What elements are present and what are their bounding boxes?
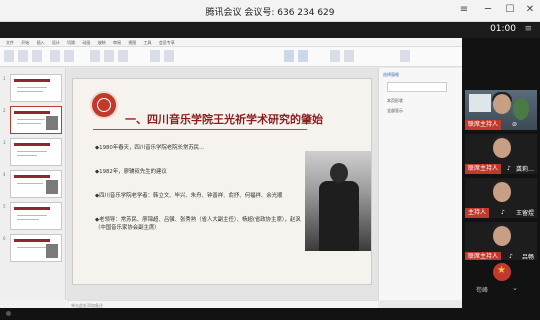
mic-icon: ♪: [509, 253, 513, 260]
pane-header: 选择窗格: [383, 72, 399, 77]
slide-thumbnail[interactable]: [10, 138, 62, 166]
slide-number: 2: [3, 108, 6, 113]
bullet-1: ◆1980年春天，四川音乐学院老院长常苏民…: [95, 145, 205, 151]
bullet-4: ◆老领导：常苏民、廖锦超、吕骥、张秀熟（省人大副主任）、杨超(省政协主席），赵沨…: [95, 217, 301, 231]
bottom-participant-name: 苟峰: [476, 287, 489, 294]
pane-row[interactable]: 本页形状: [387, 98, 403, 104]
mic-icon: ♪: [507, 165, 511, 172]
slide-title: 一、四川音乐学院王光祈学术研究的肇始: [125, 113, 323, 126]
participant-video[interactable]: 联席主持人 ⊘: [465, 90, 537, 130]
menu-item[interactable]: 开始: [21, 38, 29, 47]
more-icon[interactable]: ≡: [524, 24, 532, 34]
shared-screen: 文件 开始 插入 设计 切换 动画 放映 审阅 视图 工具 会员专享 1 2 3…: [0, 38, 462, 310]
meeting-footer: [0, 308, 462, 320]
title-underline: [93, 129, 307, 130]
slide-number: 5: [3, 204, 6, 209]
selection-pane: 选择窗格 本页形状 全部显示: [378, 68, 462, 300]
list-icon[interactable]: [164, 50, 174, 62]
ppt-menu-bar: 文件 开始 插入 设计 切换 动画 放映 审阅 视图 工具 会员专享: [0, 38, 462, 47]
paste-icon[interactable]: [4, 50, 14, 62]
new-slide-icon[interactable]: [50, 50, 60, 62]
avatar: ★: [493, 263, 511, 281]
pane-search-box[interactable]: [387, 82, 447, 92]
role-tag: 联席主持人: [465, 120, 502, 130]
current-slide[interactable]: 一、四川音乐学院王光祈学术研究的肇始 ◆1980年春天，四川音乐学院老院长常苏民…: [72, 78, 372, 285]
menu-item[interactable]: 放映: [98, 38, 106, 47]
menu-item[interactable]: 文件: [6, 38, 14, 47]
slide-thumbnail-panel: 1 2 3 4 5 6: [0, 68, 66, 300]
cut-icon[interactable]: [18, 50, 28, 62]
align-icon[interactable]: [150, 50, 160, 62]
select-icon[interactable]: [400, 50, 410, 62]
role-tag: 主持人: [465, 208, 490, 218]
slide-thumbnail[interactable]: [10, 202, 62, 230]
menu-item[interactable]: 视图: [128, 38, 136, 47]
window-titlebar: 腾讯会议 会议号: 636 234 629 ≡ ─ ☐ ✕: [0, 0, 540, 22]
arrange-icon[interactable]: [330, 50, 340, 62]
close-icon[interactable]: ✕: [524, 4, 536, 16]
italic-icon[interactable]: [118, 50, 128, 62]
layout-icon[interactable]: [64, 50, 74, 62]
format-painter-icon[interactable]: [32, 50, 42, 62]
slide-number: 4: [3, 172, 6, 177]
meeting-timer: 01:00: [490, 24, 516, 34]
meeting-toolbar: 01:00 ≡: [0, 22, 540, 38]
participant-video[interactable]: 联席主持人 ♪ 吕畅: [465, 222, 537, 262]
menu-item[interactable]: 审阅: [113, 38, 121, 47]
picture-icon[interactable]: [298, 50, 308, 62]
shape-icon[interactable]: [284, 50, 294, 62]
participant-avatar-tile[interactable]: ★: [465, 260, 537, 282]
slide-number: 6: [3, 236, 6, 241]
find-icon[interactable]: [344, 50, 354, 62]
slide-number: 3: [3, 140, 6, 145]
slide-thumbnail[interactable]: [10, 74, 62, 102]
maximize-icon[interactable]: ☐: [504, 4, 516, 16]
mic-icon: ♪: [501, 209, 505, 216]
participant-video[interactable]: 主持人 ♪ 王留煜: [465, 178, 537, 218]
menu-item[interactable]: 切换: [67, 38, 75, 47]
minimize-icon[interactable]: ─: [482, 4, 494, 16]
menu-item[interactable]: 插入: [37, 38, 45, 47]
bullet-2: ◆1982年，廖辅叔先生的建议: [95, 169, 167, 175]
role-tag: 联席主持人: [465, 164, 502, 174]
font-icon[interactable]: [90, 50, 100, 62]
slide-thumbnail[interactable]: [10, 170, 62, 198]
bullet-3: ◆四川音乐学院老学者：韩立文、毕兴、朱舟、钟善祥、俞抒、何福祥、余光顺: [95, 193, 283, 199]
menu-item[interactable]: 工具: [144, 38, 152, 47]
menu-icon[interactable]: ≡: [458, 4, 470, 16]
menu-item[interactable]: 设计: [52, 38, 60, 47]
participant-name: 王留煜: [515, 210, 534, 217]
slide-thumbnail[interactable]: [10, 234, 62, 262]
menu-item[interactable]: 动画: [82, 38, 90, 47]
slide-number: 1: [3, 76, 6, 81]
bold-icon[interactable]: [104, 50, 114, 62]
participant-name: 龚莉…: [515, 166, 534, 173]
slide-thumbnail-active[interactable]: [10, 106, 62, 134]
slide-canvas: 一、四川音乐学院王光祈学术研究的肇始 ◆1980年春天，四川音乐学院老院长常苏民…: [67, 68, 378, 300]
portrait-photo: [305, 151, 371, 251]
mic-muted-icon: ⊘: [512, 121, 518, 128]
pane-row[interactable]: 全部显示: [387, 108, 403, 114]
menu-item[interactable]: 会员专享: [159, 38, 175, 47]
school-logo: [90, 91, 118, 119]
participant-video[interactable]: 联席主持人 ♪ 龚莉…: [465, 134, 537, 174]
participant-panel: 联席主持人 ⊘ 联席主持人 ♪ 龚莉… 主持人 ♪ 王留煜 联席主持人 ♪ 吕畅…: [462, 38, 540, 320]
ppt-ribbon: [0, 47, 462, 67]
chevron-down-icon[interactable]: ⌄: [512, 284, 518, 292]
status-dot: [6, 311, 11, 316]
